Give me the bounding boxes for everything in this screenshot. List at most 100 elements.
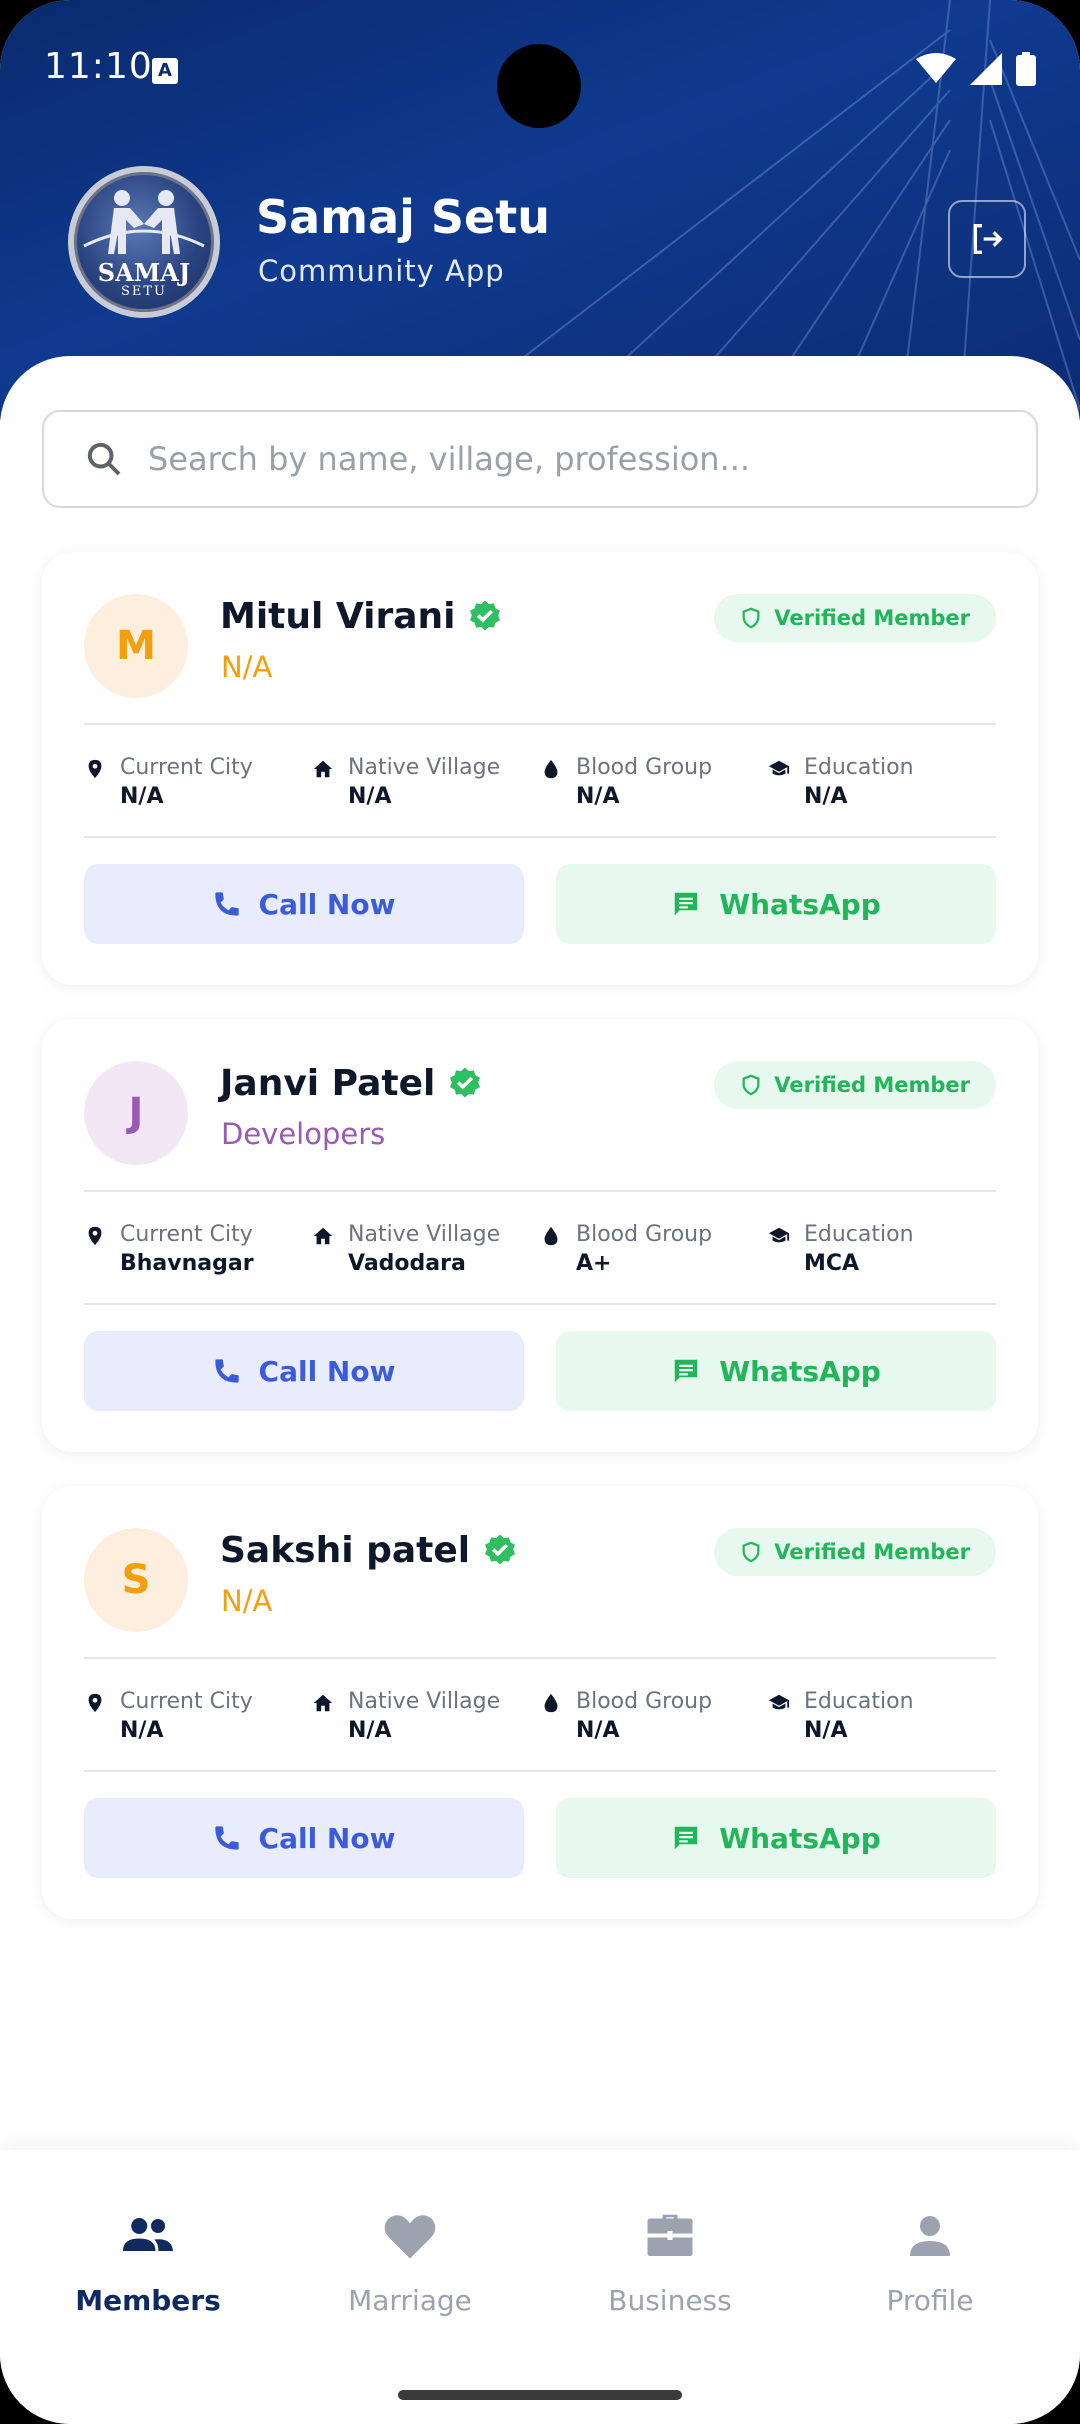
member-profession: N/A bbox=[221, 1584, 273, 1618]
text-input-notification-icon: A bbox=[152, 58, 178, 84]
divider bbox=[84, 1190, 996, 1192]
current-city-info: Current City N/A bbox=[84, 754, 253, 812]
chat-icon bbox=[674, 892, 698, 916]
blood-group-value: N/A bbox=[576, 1718, 620, 1743]
nav-business-label: Business bbox=[608, 2284, 732, 2317]
handshake-bridge-icon bbox=[83, 190, 205, 254]
divider bbox=[84, 1770, 996, 1772]
blood-drop-icon bbox=[544, 759, 558, 779]
native-village-info: Native Village N/A bbox=[312, 1688, 500, 1746]
member-card[interactable]: M Mitul Virani N/A Verified Member Curre… bbox=[42, 552, 1038, 985]
member-profession: N/A bbox=[221, 650, 273, 684]
education-info: Education MCA bbox=[768, 1221, 914, 1279]
logo-text-main: SAMAJ bbox=[97, 258, 191, 287]
location-pin-icon bbox=[88, 759, 102, 779]
nav-business[interactable]: Business bbox=[540, 2206, 800, 2317]
people-icon bbox=[123, 2218, 173, 2251]
call-now-button[interactable]: Call Now bbox=[84, 1331, 524, 1411]
search-icon bbox=[87, 442, 121, 476]
native-village-value: N/A bbox=[348, 784, 392, 809]
verified-check-icon bbox=[470, 600, 501, 630]
search-input[interactable] bbox=[148, 440, 1008, 478]
member-avatar: M bbox=[84, 594, 188, 698]
member-profession: Developers bbox=[221, 1117, 386, 1151]
whatsapp-button[interactable]: WhatsApp bbox=[556, 864, 996, 944]
native-village-value: N/A bbox=[348, 1718, 392, 1743]
verified-member-badge: Verified Member bbox=[714, 1528, 996, 1576]
education-value: N/A bbox=[804, 1718, 848, 1743]
whatsapp-button[interactable]: WhatsApp bbox=[556, 1331, 996, 1411]
nav-profile[interactable]: Profile bbox=[800, 2206, 1060, 2317]
chat-icon bbox=[674, 1359, 698, 1383]
app-screen: 11:10 A SAMAJ SETU Samaj Setu Community … bbox=[0, 0, 1080, 2424]
divider bbox=[84, 1657, 996, 1659]
heart-icon bbox=[384, 2215, 436, 2259]
whatsapp-label: WhatsApp bbox=[719, 887, 881, 921]
members-content: M Mitul Virani N/A Verified Member Curre… bbox=[0, 356, 1080, 2156]
call-now-label: Call Now bbox=[258, 887, 396, 921]
member-name-row: Sakshi patel bbox=[220, 1530, 518, 1571]
member-avatar: S bbox=[84, 1528, 188, 1632]
education-info: Education N/A bbox=[768, 754, 914, 812]
home-indicator[interactable] bbox=[398, 2390, 682, 2400]
person-icon bbox=[910, 2216, 950, 2256]
native-village-label: Native Village bbox=[348, 755, 501, 780]
phone-icon bbox=[214, 1359, 239, 1383]
education-label: Education bbox=[804, 755, 914, 780]
signal-icon bbox=[970, 53, 1002, 85]
shield-icon bbox=[742, 1541, 760, 1563]
education-info: Education N/A bbox=[768, 1688, 914, 1746]
battery-icon bbox=[1016, 52, 1036, 86]
status-time: 11:10 bbox=[44, 46, 153, 87]
blood-group-label: Blood Group bbox=[576, 755, 713, 780]
nav-marriage[interactable]: Marriage bbox=[280, 2206, 540, 2317]
native-village-info: Native Village N/A bbox=[312, 754, 500, 812]
current-city-value: N/A bbox=[120, 784, 164, 809]
nav-members[interactable]: Members bbox=[18, 2206, 278, 2317]
logout-button[interactable] bbox=[948, 200, 1026, 278]
native-village-label: Native Village bbox=[348, 1222, 501, 1247]
phone-icon bbox=[214, 892, 239, 916]
current-city-value: N/A bbox=[120, 1718, 164, 1743]
blood-group-info: Blood Group N/A bbox=[540, 1688, 712, 1746]
verified-badge-label: Verified Member bbox=[774, 1540, 970, 1564]
current-city-label: Current City bbox=[120, 1689, 253, 1714]
home-icon bbox=[313, 1694, 333, 1712]
app-subtitle: Community App bbox=[258, 254, 505, 288]
native-village-info: Native Village Vadodara bbox=[312, 1221, 500, 1279]
shield-icon bbox=[742, 607, 760, 629]
whatsapp-button[interactable]: WhatsApp bbox=[556, 1798, 996, 1878]
whatsapp-label: WhatsApp bbox=[719, 1354, 881, 1388]
logout-icon bbox=[973, 224, 1003, 254]
current-city-label: Current City bbox=[120, 755, 253, 780]
education-label: Education bbox=[804, 1222, 914, 1247]
blood-group-info: Blood Group A+ bbox=[540, 1221, 712, 1279]
verified-check-icon bbox=[450, 1067, 481, 1097]
logo-text-sub: SETU bbox=[120, 284, 168, 299]
member-card[interactable]: J Janvi Patel Developers Verified Member… bbox=[42, 1019, 1038, 1452]
bottom-navigation: Members Marriage Business Profile bbox=[0, 2150, 1080, 2424]
samaj-setu-logo: SAMAJ SETU bbox=[68, 166, 220, 318]
whatsapp-label: WhatsApp bbox=[719, 1821, 881, 1855]
current-city-info: Current City N/A bbox=[84, 1688, 253, 1746]
member-name: Mitul Virani bbox=[220, 596, 456, 637]
home-icon bbox=[313, 760, 333, 778]
member-name-row: Janvi Patel bbox=[220, 1063, 483, 1104]
call-now-button[interactable]: Call Now bbox=[84, 1798, 524, 1878]
education-value: N/A bbox=[804, 784, 848, 809]
status-bar: 11:10 A bbox=[0, 0, 1080, 140]
briefcase-icon bbox=[647, 2214, 693, 2256]
chat-icon bbox=[674, 1826, 698, 1850]
blood-group-value: N/A bbox=[576, 784, 620, 809]
graduation-cap-icon bbox=[768, 1227, 790, 1243]
search-bar[interactable] bbox=[42, 410, 1038, 508]
verified-member-badge: Verified Member bbox=[714, 594, 996, 642]
call-now-button[interactable]: Call Now bbox=[84, 864, 524, 944]
native-village-value: Vadodara bbox=[348, 1251, 466, 1276]
wifi-icon bbox=[916, 53, 956, 83]
verified-badge-label: Verified Member bbox=[774, 1073, 970, 1097]
status-icons bbox=[916, 52, 1036, 86]
member-name-row: Mitul Virani bbox=[220, 596, 503, 637]
current-city-info: Current City Bhavnagar bbox=[84, 1221, 254, 1279]
member-card[interactable]: S Sakshi patel N/A Verified Member Curre… bbox=[42, 1486, 1038, 1919]
